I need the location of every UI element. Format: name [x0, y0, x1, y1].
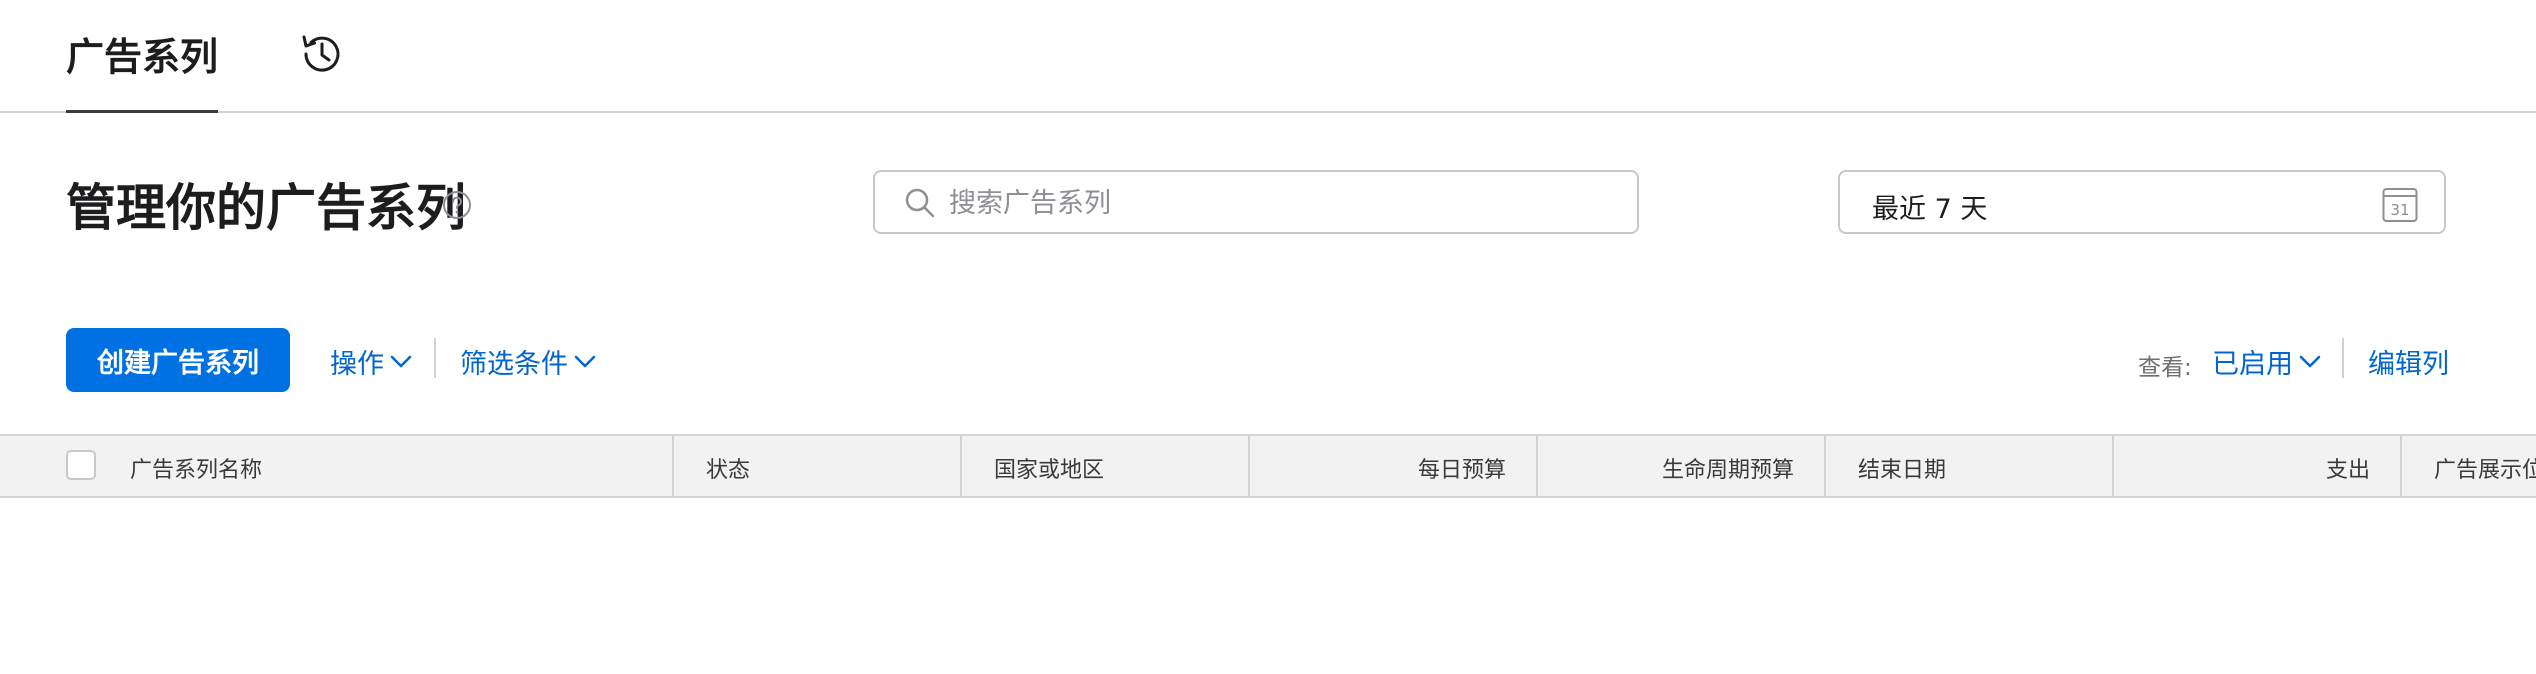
search-input[interactable]	[947, 180, 1611, 226]
view-status-value: 已启用	[2212, 349, 2293, 380]
calendar-icon[interactable]: 31	[2382, 185, 2418, 223]
column-header-country[interactable]: 国家或地区	[962, 436, 1250, 496]
edit-columns-label: 编辑列	[2368, 349, 2449, 380]
table-header: 广告系列名称 状态 国家或地区 每日预算 生命周期预算 结束日期 支出 广告展示…	[0, 434, 2536, 498]
column-header-campaign-name[interactable]: 广告系列名称	[0, 436, 674, 496]
page-title: 管理你的广告系列	[66, 179, 466, 237]
column-header-daily-budget[interactable]: 每日预算	[1250, 436, 1538, 496]
calendar-day-text: 31	[2390, 201, 2409, 219]
filters-label: 筛选条件	[460, 349, 568, 380]
chevron-down-icon	[574, 355, 596, 367]
date-range-label: 最近 7 天	[1872, 194, 1988, 225]
column-header-spend[interactable]: 支出	[2114, 436, 2402, 496]
tab-campaigns[interactable]: 广告系列	[66, 26, 218, 113]
history-clock-icon[interactable]	[296, 28, 348, 80]
actions-dropdown[interactable]: 操作	[330, 342, 412, 381]
tab-campaigns-label: 广告系列	[66, 35, 219, 79]
search-icon	[903, 186, 937, 220]
view-status-dropdown[interactable]: 已启用	[2212, 342, 2321, 381]
edit-columns-link[interactable]: 编辑列	[2368, 342, 2449, 381]
date-range-picker[interactable]: 最近 7 天 31	[1838, 170, 2446, 234]
filters-dropdown[interactable]: 筛选条件	[460, 342, 596, 381]
create-campaign-button[interactable]: 创建广告系列	[66, 328, 290, 392]
actions-label: 操作	[330, 349, 384, 380]
toolbar-divider	[434, 338, 436, 378]
toolbar-divider	[2342, 338, 2344, 378]
chevron-down-icon	[390, 355, 412, 367]
active-tab-indicator	[66, 110, 218, 113]
view-prefix-label: 查看:	[2138, 355, 2192, 381]
search-box[interactable]	[873, 170, 1639, 234]
column-header-ad-placement[interactable]: 广告展示位	[2402, 436, 2536, 496]
column-header-lifetime-budget[interactable]: 生命周期预算	[1538, 436, 1826, 496]
help-question-icon[interactable]	[442, 190, 472, 220]
column-header-end-date[interactable]: 结束日期	[1826, 436, 2114, 496]
chevron-down-icon	[2299, 355, 2321, 367]
top-nav-bar: 广告系列	[0, 0, 2536, 113]
column-header-status[interactable]: 状态	[674, 436, 962, 496]
